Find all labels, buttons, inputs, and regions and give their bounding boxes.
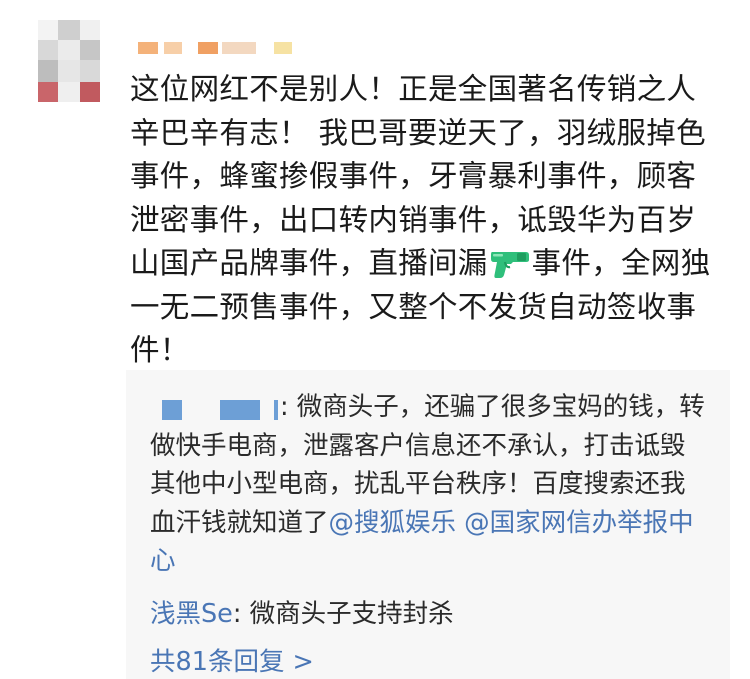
reply-separator: :: [280, 392, 289, 422]
comment-line: 事件，蜂蜜掺假事件，牙膏暴利事件，顾客: [130, 159, 697, 193]
view-more-replies-link[interactable]: 共81条回复 >: [150, 645, 314, 679]
reply-item[interactable]: : 微商头子，还骗了很多宝妈的钱，转做快手电商，泄露客户信息还不承认，打击诋毁其…: [150, 388, 710, 581]
comment-line: 辛巴辛有志！ 我巴哥要逆天了，羽绒服掉色: [130, 115, 706, 150]
comment-text: 这位网红不是别人！正是全国著名传销之人 辛巴辛有志！ 我巴哥要逆天了，羽绒服掉色…: [130, 68, 730, 373]
water-pistol-icon: [489, 247, 531, 279]
reply-item[interactable]: 浅黑Se: 微商头子支持封杀: [150, 597, 454, 631]
comment-line: 这位网红不是别人！正是全国著名传销之人: [130, 72, 697, 106]
reply-text: : 微商头子支持封杀: [232, 599, 454, 629]
reply-username[interactable]: [150, 394, 280, 420]
reply-username[interactable]: 浅黑Se: [150, 599, 233, 629]
mention-link[interactable]: @搜狐娱乐: [329, 508, 457, 538]
comment-line: 山国产品牌事件，直播间漏: [130, 246, 488, 280]
avatar[interactable]: [38, 20, 100, 102]
username[interactable]: [136, 38, 316, 54]
comment-line: 泄密事件，出口转内销事件，诋毁华为百岁: [130, 202, 697, 237]
comment-line: 一无二预售事件，又整个不发货自动签收事: [130, 289, 697, 324]
comment-line: 件！: [130, 333, 190, 367]
comment-line: 事件，全网独: [531, 246, 711, 280]
